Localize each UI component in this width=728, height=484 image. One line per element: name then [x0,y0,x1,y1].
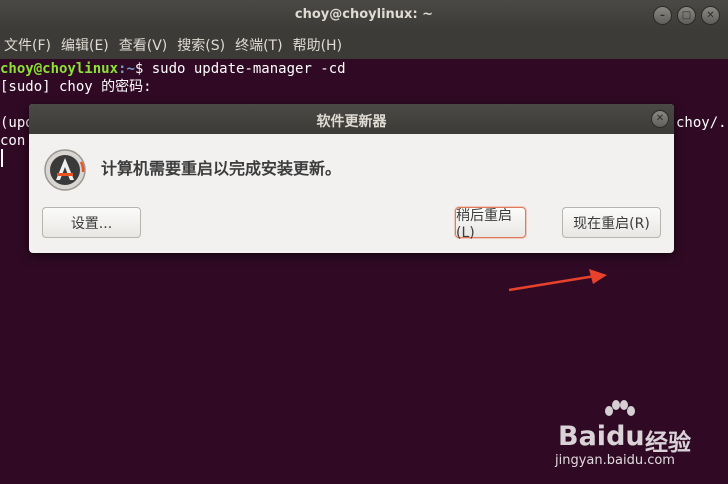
menu-file[interactable]: 文件(F) [4,33,51,57]
software-updater-icon [44,149,86,191]
restart-now-button[interactable]: 现在重启(R) [562,207,661,238]
dialog-close-icon[interactable]: ✕ [651,110,669,128]
menu-help[interactable]: 帮助(H) [293,33,342,57]
menu-terminal[interactable]: 终端(T) [235,33,282,57]
minimize-icon[interactable]: – [653,6,672,25]
annotation-arrow-icon [508,269,607,292]
menu-edit[interactable]: 编辑(E) [61,33,109,57]
terminal-line-password: [sudo] choy 的密码: [0,79,152,95]
command-text: sudo update-manager -cd [151,61,346,77]
menu-search[interactable]: 搜索(S) [177,33,225,57]
dialog-title: 软件更新器 [316,114,387,130]
software-updater-dialog: 软件更新器 ✕ 计算机需要重启以完成安装更新。 设置... 稍后重启(L) 现在… [29,104,674,253]
terminal-titlebar[interactable]: choy@choylinux: ~ – □ ✕ [0,0,728,30]
window-controls: – □ ✕ [653,6,720,25]
menu-view[interactable]: 查看(V) [119,33,168,57]
watermark-brand: Baidu [558,421,645,452]
watermark-url: jingyan.baidu.com [555,453,675,468]
terminal-line-output-right: choy/. [676,115,727,131]
watermark-jingyan: 经验 [645,430,691,456]
menubar: 文件(F) 编辑(E) 查看(V) 搜索(S) 终端(T) 帮助(H) [0,30,728,59]
close-icon[interactable]: ✕ [701,6,720,25]
watermark-brand-du: du [606,421,645,452]
restart-later-button[interactable]: 稍后重启(L) [455,207,526,241]
terminal-cursor [1,149,3,167]
watermark-brand-bai: Bai [558,421,607,452]
baidu-jingyan-watermark: Baidu 经验 jingyan.baidu.com [553,400,723,475]
prompt-symbol: $ [134,61,152,77]
prompt-user: choy@choylinux [0,61,119,77]
dialog-titlebar[interactable]: 软件更新器 ✕ [29,104,674,134]
terminal-line-command: choy@choylinux:~$ sudo update-manager -c… [0,60,346,78]
dialog-message: 计算机需要重启以完成安装更新。 [101,159,342,178]
settings-button[interactable]: 设置... [42,207,141,238]
window-title: choy@choylinux: ~ [294,7,434,22]
terminal-line-output-config: con [0,133,26,149]
prompt-path: :~ [118,61,135,77]
maximize-icon[interactable]: □ [677,6,696,25]
